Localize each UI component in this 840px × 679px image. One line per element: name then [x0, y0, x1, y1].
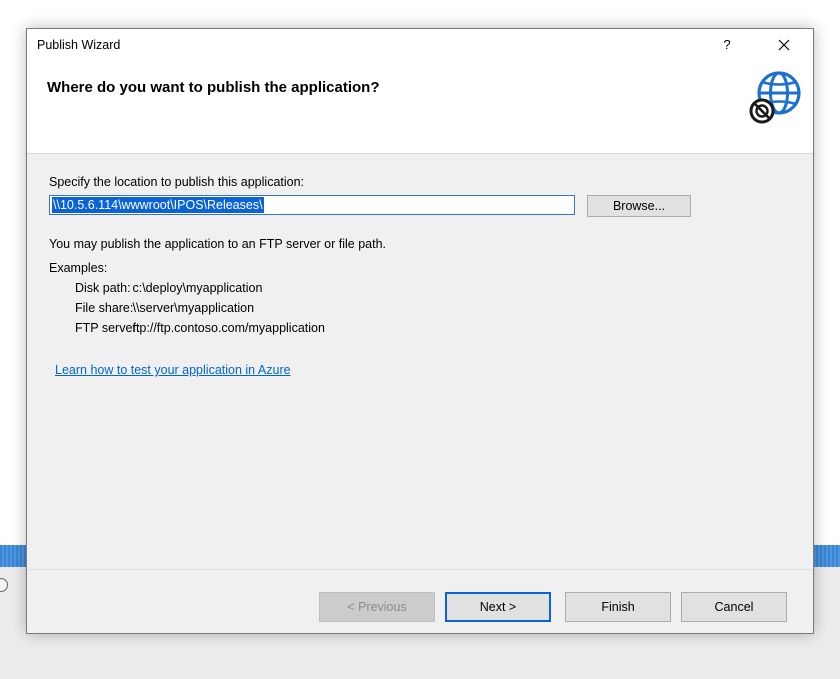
- header-divider: [27, 153, 813, 154]
- example-row-disk-path: Disk path: c:\deploy\myapplication: [75, 281, 262, 295]
- publish-wizard-dialog: Publish Wizard ? Where do you want to pu…: [26, 28, 814, 634]
- footer-divider: [27, 569, 813, 570]
- title-bar: Publish Wizard ?: [27, 29, 813, 63]
- examples-label: Examples:: [49, 261, 108, 275]
- example-value: \\server\myapplication: [132, 301, 255, 315]
- example-key: FTP server:: [75, 321, 141, 335]
- window-title: Publish Wizard: [37, 38, 121, 52]
- example-key: Disk path:: [75, 281, 131, 295]
- publish-location-input[interactable]: \\10.5.6.114\wwwroot\IPOS\Releases\: [49, 195, 575, 215]
- example-value: c:\deploy\myapplication: [132, 281, 263, 295]
- previous-button[interactable]: < Previous: [319, 592, 435, 622]
- example-row-ftp-server: FTP server: ftp://ftp.contoso.com/myappl…: [75, 321, 325, 335]
- finish-button[interactable]: Finish: [565, 592, 671, 622]
- location-label: Specify the location to publish this app…: [49, 175, 305, 189]
- close-icon: [778, 39, 790, 51]
- next-button[interactable]: Next >: [445, 592, 551, 622]
- example-key: File share:: [75, 301, 134, 315]
- publish-hint: You may publish the application to an FT…: [49, 237, 386, 251]
- help-button[interactable]: ?: [715, 33, 739, 57]
- azure-help-link[interactable]: Learn how to test your application in Az…: [55, 363, 291, 377]
- publish-location-value: \\10.5.6.114\wwwroot\IPOS\Releases\: [52, 197, 264, 213]
- example-row-file-share: File share: \\server\myapplication: [75, 301, 254, 315]
- wizard-header: Where do you want to publish the applica…: [27, 63, 813, 153]
- page-title: Where do you want to publish the applica…: [47, 79, 380, 96]
- globe-publish-icon: [749, 71, 801, 124]
- browse-button[interactable]: Browse...: [587, 195, 691, 217]
- cancel-button[interactable]: Cancel: [681, 592, 787, 622]
- example-value: ftp://ftp.contoso.com/myapplication: [132, 321, 325, 335]
- close-button[interactable]: [769, 33, 799, 57]
